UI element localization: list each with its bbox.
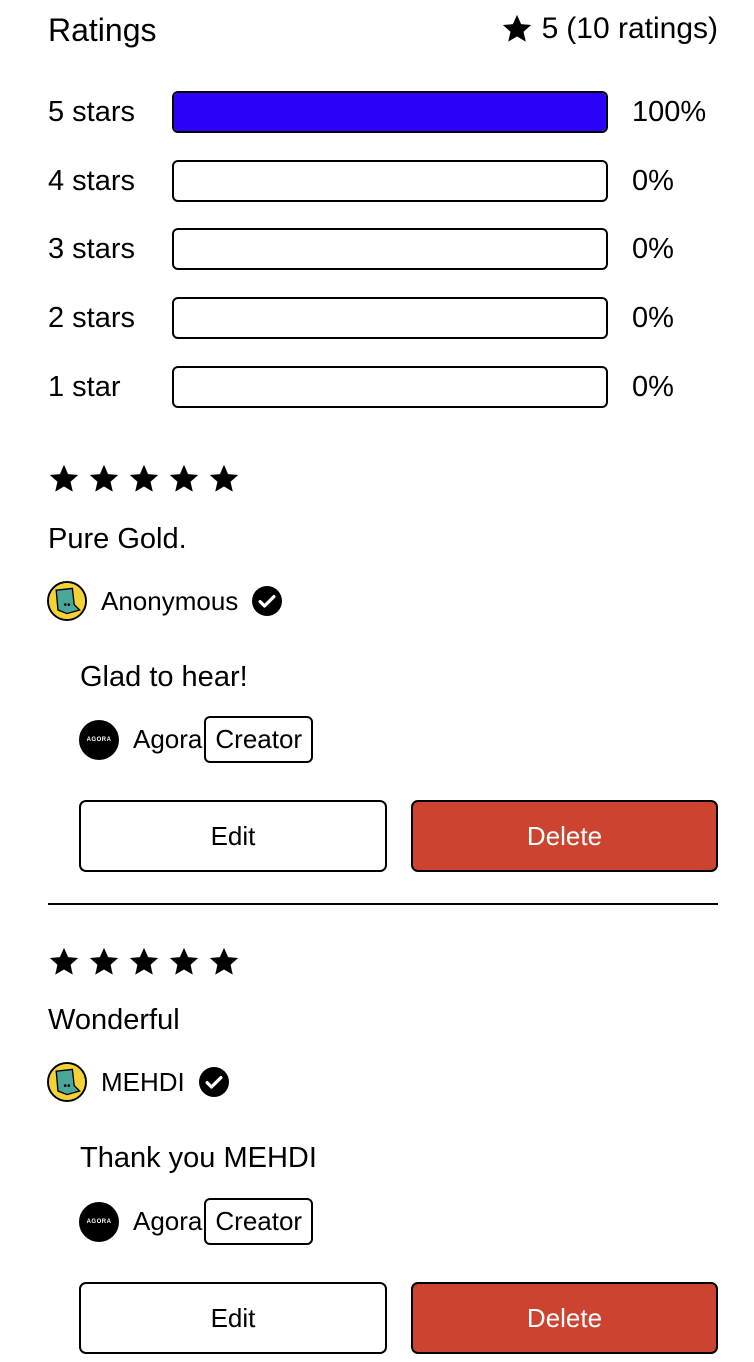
avatar [47,581,87,621]
reply-text: Glad to hear! [80,661,248,693]
star-icon [169,464,199,492]
rating-row-percent: 0% [632,232,674,265]
rating-bar-fill [174,93,606,131]
review-author: MEHDI [47,1062,229,1102]
review-author: Anonymous [47,581,283,621]
review-text: Pure Gold. [48,523,187,555]
rating-bar [172,91,608,133]
rating-bar [172,160,608,202]
rating-row-label: 3 stars [48,232,136,265]
avatar: AGORA [79,1201,119,1242]
rating-row-2: 2 stars 0% [48,296,718,340]
creator-badge: Creator [204,1198,314,1245]
avatar [47,1062,87,1102]
review-stars [47,462,241,496]
star-icon [209,464,239,492]
delete-button[interactable]: Delete [411,800,718,872]
ratings-count: (10 ratings) [566,12,718,45]
review-author-name: MEHDI [101,1066,185,1097]
rating-row-5: 5 stars 100% [48,90,718,134]
star-icon [89,464,119,492]
reply-author-name: Agora [133,724,203,754]
rating-row-percent: 0% [632,370,674,403]
review-text: Wonderful [48,1004,180,1036]
rating-row-percent: 0% [632,301,674,334]
rating-row-label: 5 stars [48,95,136,128]
rating-row-label: 4 stars [48,164,136,197]
page-title: Ratings [48,12,157,48]
avatar: AGORA [79,719,119,760]
star-icon [129,947,159,975]
creator-badge: Creator [204,716,314,763]
reply-text: Thank you MEHDI [80,1142,317,1174]
delete-button[interactable]: Delete [411,1282,718,1354]
review-stars [47,945,241,979]
rating-row-percent: 0% [632,164,674,197]
star-icon [49,464,79,492]
rating-row-3: 3 stars 0% [48,227,718,271]
rating-row-4: 4 stars 0% [48,159,718,203]
rating-row-1: 1 star 0% [48,365,718,409]
verified-check-icon [252,586,283,616]
star-icon [89,947,119,975]
rating-summary: 5 (10 ratings) [500,12,718,46]
rating-row-label: 2 stars [48,301,136,334]
star-icon [502,14,531,42]
reply-author: AGORA Agora Creator [79,1198,314,1245]
edit-button[interactable]: Edit [79,1282,387,1354]
star-icon [209,947,239,975]
star-icon [129,464,159,492]
rating-bar [172,366,608,408]
review-author-name: Anonymous [101,585,239,616]
average-rating: 5 [541,12,559,45]
rating-row-label: 1 star [48,370,121,403]
star-icon [49,947,79,975]
reply-author: AGORA Agora Creator [79,716,314,763]
star-icon [169,947,199,975]
divider [48,903,718,905]
rating-bar [172,228,608,270]
reply-author-name: Agora [133,1206,203,1236]
rating-row-percent: 100% [632,95,707,128]
verified-check-icon [198,1067,229,1097]
edit-button[interactable]: Edit [79,800,387,872]
rating-bar [172,297,608,339]
